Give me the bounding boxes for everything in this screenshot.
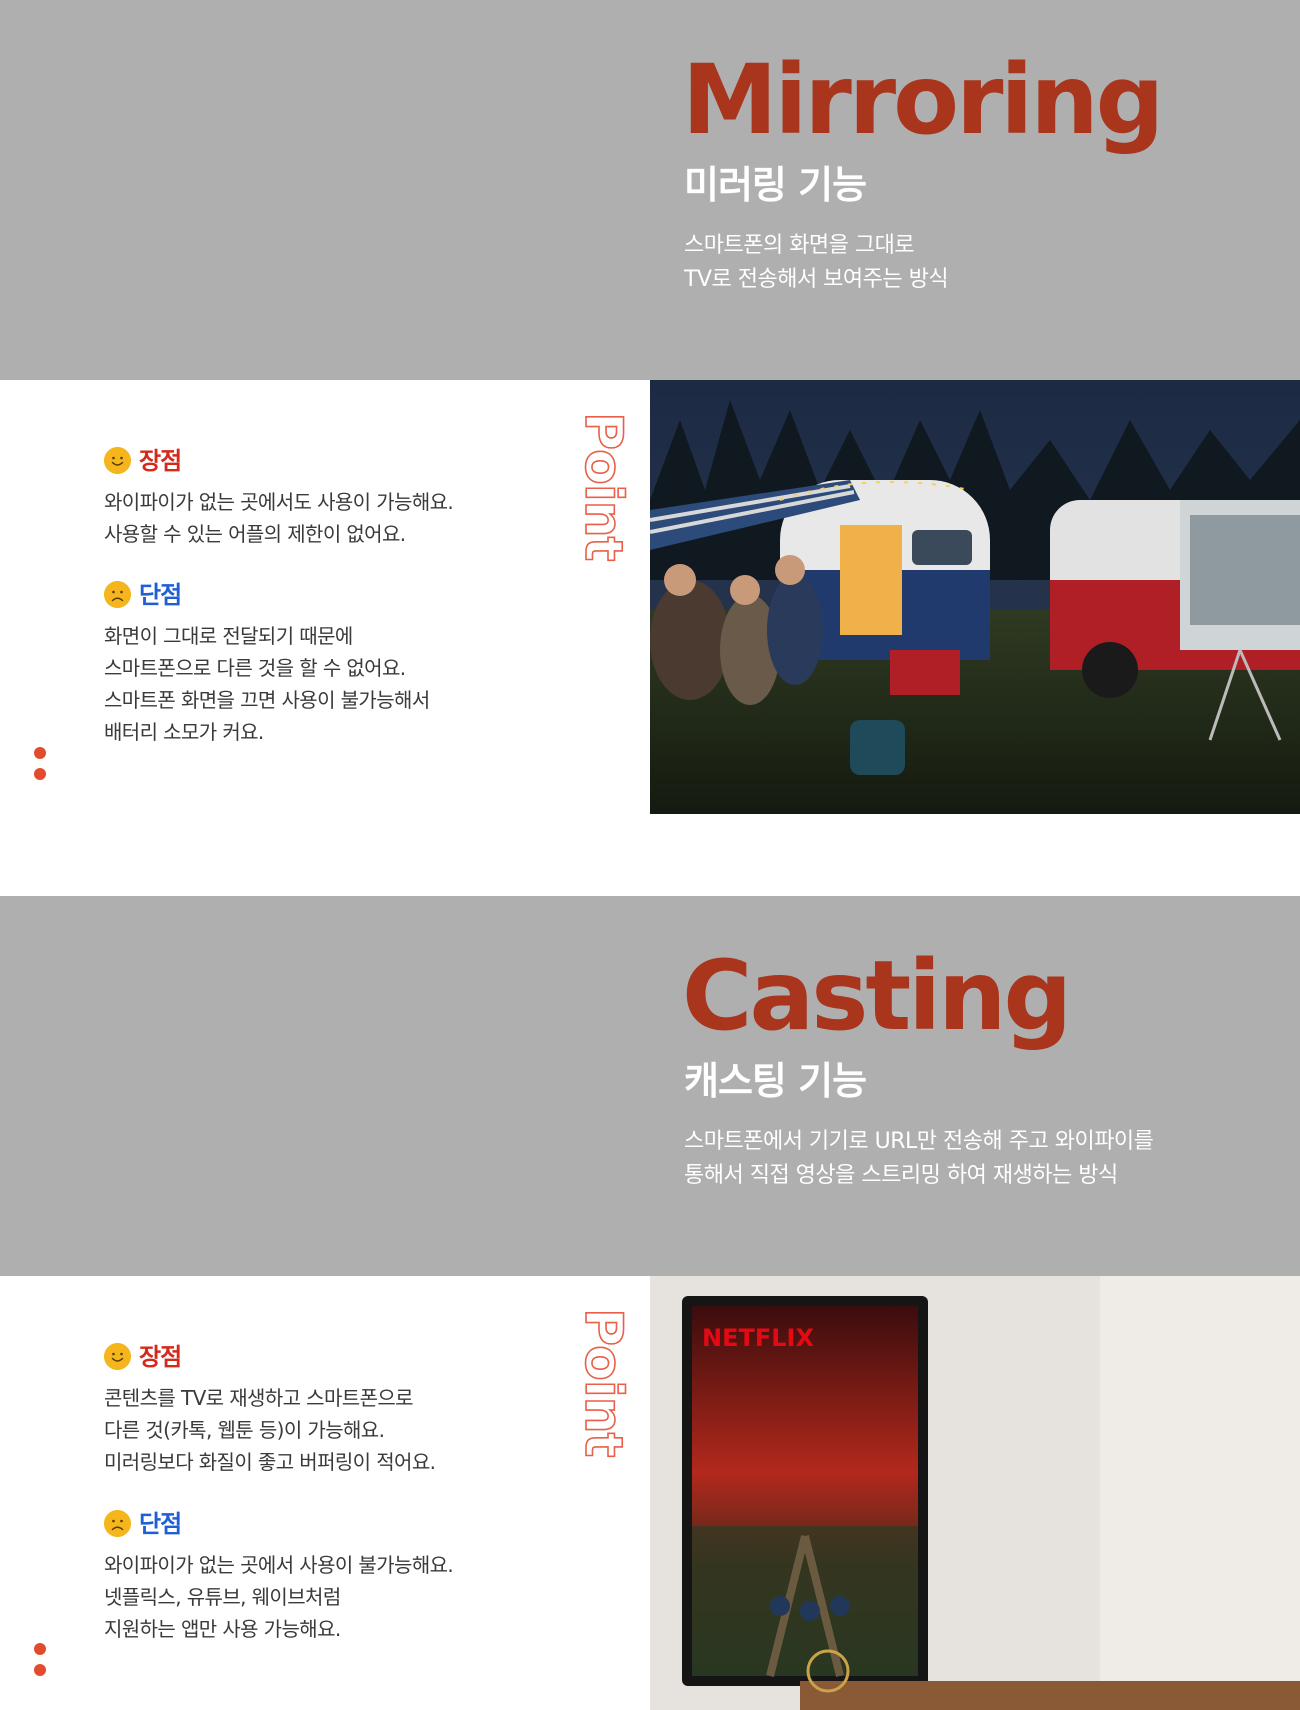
point-label-text: Point (573, 1308, 633, 1457)
point-label-text: Point (573, 412, 633, 561)
cons-label: 단점 (139, 580, 182, 609)
cons-label: 단점 (139, 1509, 182, 1538)
point-vertical-label: Point (572, 411, 634, 561)
mirroring-title-en: Mirroring (682, 44, 1164, 156)
point-vertical-label: Point (572, 1307, 634, 1457)
cons-line: 넷플릭스, 유튜브, 웨이브처럼 (104, 1585, 341, 1609)
pros-label: 장점 (139, 1342, 182, 1371)
casting-title-en: Casting (682, 940, 1072, 1052)
casting-pros-heading: 장점 (104, 1342, 182, 1371)
pros-line: 와이파이가 없는 곳에서도 사용이 가능해요. (104, 490, 454, 514)
pros-line: 미러링보다 화질이 좋고 버퍼링이 적어요. (104, 1450, 436, 1474)
decor-dot (34, 1664, 46, 1676)
wall-tv-netflix-photo: NETFLIX (650, 1276, 1300, 1710)
camping-night-projector-photo (650, 380, 1300, 814)
casting-description: 스마트폰에서 기기로 URL만 전송해 주고 와이파이를 통해서 직접 영상을 … (684, 1125, 1154, 1193)
frown-icon (104, 1510, 131, 1537)
pros-line: 다른 것(카톡, 웹툰 등)이 가능해요. (104, 1418, 385, 1442)
camping-scene-illustration (650, 380, 1300, 814)
pros-line: 콘텐츠를 TV로 재생하고 스마트폰으로 (104, 1386, 414, 1410)
frown-icon (104, 581, 131, 608)
tv-brand-text: NETFLIX (702, 1324, 814, 1352)
smile-icon (104, 447, 131, 474)
living-room-tv-illustration: NETFLIX (650, 1276, 1300, 1710)
cons-line: 화면이 그대로 전달되기 때문에 (104, 624, 353, 648)
casting-title-ko: 캐스팅 기능 (684, 1059, 867, 1103)
casting-cons-text: 와이파이가 없는 곳에서 사용이 불가능해요. 넷플릭스, 유튜브, 웨이브처럼… (104, 1549, 454, 1645)
cons-line: 스마트폰으로 다른 것을 할 수 없어요. (104, 656, 406, 680)
mirroring-description: 스마트폰의 화면을 그대로 TV로 전송해서 보여주는 방식 (684, 229, 949, 297)
mirroring-desc-line: TV로 전송해서 보여주는 방식 (684, 267, 949, 292)
decor-dot (34, 1643, 46, 1655)
mirroring-title-ko: 미러링 기능 (684, 163, 867, 207)
pros-line: 사용할 수 있는 어플의 제한이 없어요. (104, 522, 406, 546)
mirroring-desc-line: 스마트폰의 화면을 그대로 (684, 233, 915, 258)
pros-label: 장점 (139, 446, 182, 475)
casting-pros-text: 콘텐츠를 TV로 재생하고 스마트폰으로 다른 것(카톡, 웹툰 등)이 가능해… (104, 1382, 436, 1478)
cons-line: 지원하는 앱만 사용 가능해요. (104, 1617, 341, 1641)
decor-dot (34, 747, 46, 759)
casting-cons-heading: 단점 (104, 1509, 182, 1538)
mirroring-pros-heading: 장점 (104, 446, 182, 475)
mirroring-cons-text: 화면이 그대로 전달되기 때문에 스마트폰으로 다른 것을 할 수 없어요. 스… (104, 620, 430, 748)
casting-desc-line: 스마트폰에서 기기로 URL만 전송해 주고 와이파이를 (684, 1129, 1154, 1154)
cons-line: 와이파이가 없는 곳에서 사용이 불가능해요. (104, 1553, 454, 1577)
casting-header-band (0, 896, 1300, 1276)
cons-line: 스마트폰 화면을 끄면 사용이 불가능해서 (104, 688, 430, 712)
mirroring-cons-heading: 단점 (104, 580, 182, 609)
cons-line: 배터리 소모가 커요. (104, 720, 264, 744)
smile-icon (104, 1343, 131, 1370)
decor-dot (34, 768, 46, 780)
casting-desc-line: 통해서 직접 영상을 스트리밍 하여 재생하는 방식 (684, 1163, 1118, 1188)
mirroring-pros-text: 와이파이가 없는 곳에서도 사용이 가능해요. 사용할 수 있는 어플의 제한이… (104, 486, 454, 550)
